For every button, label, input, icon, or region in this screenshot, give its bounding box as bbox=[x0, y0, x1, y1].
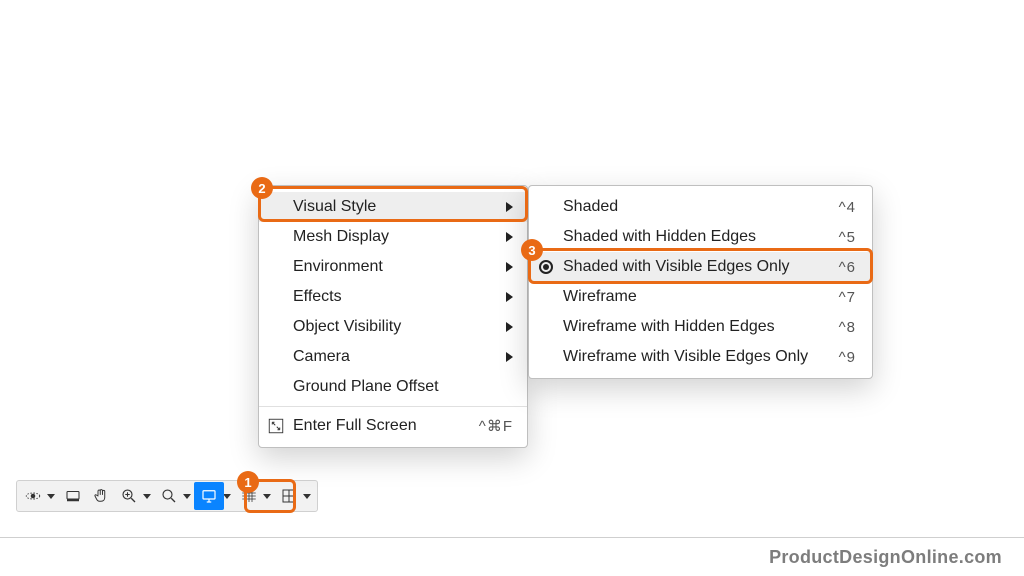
display-settings-tool[interactable] bbox=[194, 482, 224, 510]
menu-item-label: Camera bbox=[293, 348, 350, 366]
submenu-arrow-icon bbox=[506, 352, 513, 362]
viewport-toolbar bbox=[16, 480, 318, 512]
submenu-item-wireframe-visible-edges-only[interactable]: Wireframe with Visible Edges Only ^9 bbox=[529, 342, 872, 372]
grid-tool[interactable] bbox=[235, 483, 263, 509]
menu-item-label: Ground Plane Offset bbox=[293, 378, 439, 396]
submenu-item-shortcut: ^7 bbox=[839, 289, 856, 306]
fit-tool[interactable] bbox=[155, 483, 183, 509]
submenu-item-label: Wireframe with Hidden Edges bbox=[563, 318, 775, 336]
submenu-item-label: Shaded with Visible Edges Only bbox=[563, 258, 790, 276]
submenu-arrow-icon bbox=[506, 292, 513, 302]
visual-style-submenu: Shaded ^4 Shaded with Hidden Edges ^5 Sh… bbox=[528, 185, 873, 379]
menu-divider bbox=[259, 406, 527, 407]
hand-icon bbox=[92, 487, 110, 505]
submenu-arrow-icon bbox=[506, 322, 513, 332]
zoom-icon bbox=[120, 487, 138, 505]
radio-selected-icon bbox=[539, 260, 553, 274]
grid-icon bbox=[240, 487, 258, 505]
submenu-item-shortcut: ^9 bbox=[839, 349, 856, 366]
menu-item-enter-full-screen[interactable]: Enter Full Screen ^⌘F bbox=[259, 411, 527, 441]
submenu-arrow-icon bbox=[506, 232, 513, 242]
submenu-item-label: Shaded bbox=[563, 198, 618, 216]
submenu-item-label: Wireframe bbox=[563, 288, 637, 306]
menu-item-label: Enter Full Screen bbox=[293, 417, 417, 435]
display-settings-menu: Visual Style Mesh Display Environment Ef… bbox=[258, 185, 528, 448]
fit-icon bbox=[160, 487, 178, 505]
zoom-tool[interactable] bbox=[115, 483, 143, 509]
orbit-tool[interactable] bbox=[19, 483, 47, 509]
display-icon bbox=[200, 487, 218, 505]
menu-item-mesh-display[interactable]: Mesh Display bbox=[259, 222, 527, 252]
submenu-item-shortcut: ^8 bbox=[839, 319, 856, 336]
menu-item-label: Visual Style bbox=[293, 198, 376, 216]
pan-tool[interactable] bbox=[87, 483, 115, 509]
submenu-item-shaded-visible-edges-only[interactable]: Shaded with Visible Edges Only ^6 bbox=[529, 252, 872, 282]
viewports-tool[interactable] bbox=[275, 483, 303, 509]
submenu-item-label: Wireframe with Visible Edges Only bbox=[563, 348, 808, 366]
submenu-arrow-icon bbox=[506, 262, 513, 272]
submenu-item-wireframe[interactable]: Wireframe ^7 bbox=[529, 282, 872, 312]
menu-item-shortcut: ^⌘F bbox=[479, 417, 513, 435]
viewports-icon bbox=[280, 487, 298, 505]
submenu-item-shaded-hidden-edges[interactable]: Shaded with Hidden Edges ^5 bbox=[529, 222, 872, 252]
footer-divider bbox=[0, 537, 1024, 538]
submenu-item-shaded[interactable]: Shaded ^4 bbox=[529, 192, 872, 222]
submenu-item-wireframe-hidden-edges[interactable]: Wireframe with Hidden Edges ^8 bbox=[529, 312, 872, 342]
watermark-text: ProductDesignOnline.com bbox=[769, 547, 1002, 568]
menu-item-label: Object Visibility bbox=[293, 318, 401, 336]
menu-item-ground-plane-offset[interactable]: Ground Plane Offset bbox=[259, 372, 527, 402]
menu-item-effects[interactable]: Effects bbox=[259, 282, 527, 312]
orbit-icon bbox=[24, 487, 42, 505]
fullscreen-icon bbox=[267, 417, 285, 435]
menu-item-environment[interactable]: Environment bbox=[259, 252, 527, 282]
menu-item-label: Mesh Display bbox=[293, 228, 389, 246]
submenu-item-shortcut: ^6 bbox=[839, 259, 856, 276]
submenu-item-label: Shaded with Hidden Edges bbox=[563, 228, 756, 246]
submenu-item-shortcut: ^5 bbox=[839, 229, 856, 246]
submenu-item-shortcut: ^4 bbox=[839, 199, 856, 216]
menu-item-camera[interactable]: Camera bbox=[259, 342, 527, 372]
menu-item-object-visibility[interactable]: Object Visibility bbox=[259, 312, 527, 342]
look-at-tool[interactable] bbox=[59, 483, 87, 509]
menu-item-visual-style[interactable]: Visual Style bbox=[259, 192, 527, 222]
menu-item-label: Environment bbox=[293, 258, 383, 276]
submenu-arrow-icon bbox=[506, 202, 513, 212]
menu-item-label: Effects bbox=[293, 288, 342, 306]
look-at-icon bbox=[64, 487, 82, 505]
